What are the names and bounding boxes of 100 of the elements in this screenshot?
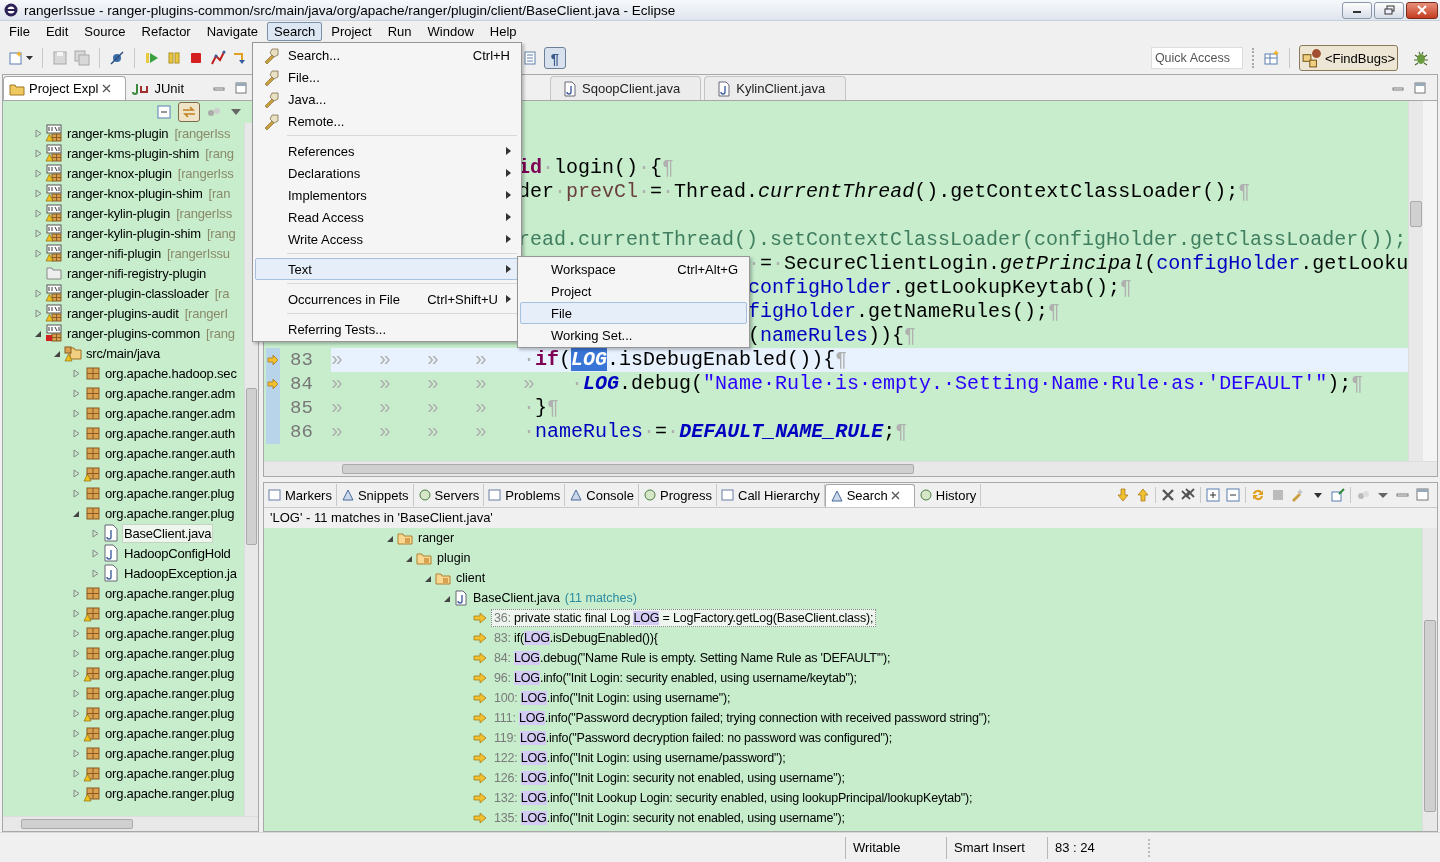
tree-item[interactable]: HadoopConfigHold xyxy=(122,543,233,563)
tree-item[interactable]: ranger-nifi-plugin xyxy=(65,243,163,263)
horizontal-scrollbar[interactable] xyxy=(264,461,1437,476)
view-tab[interactable]: Search xyxy=(824,483,915,507)
tree-item[interactable]: org.apache.ranger.auth xyxy=(103,463,238,483)
menu-item[interactable]: File xyxy=(2,22,37,41)
save-icon[interactable] xyxy=(52,50,68,66)
pin-icon[interactable] xyxy=(1331,488,1345,502)
maximize-icon[interactable] xyxy=(1416,488,1430,502)
view-tab[interactable]: Call Hierarchy xyxy=(717,484,825,506)
maximize-icon[interactable] xyxy=(1414,82,1426,94)
view-tab[interactable]: Servers xyxy=(413,484,485,506)
view-menu-icon[interactable] xyxy=(231,109,241,115)
menu-entry[interactable]: File xyxy=(520,302,747,324)
tree-item[interactable]: src/main/java xyxy=(84,343,162,363)
tree-item[interactable]: org.apache.ranger.plug xyxy=(103,503,237,523)
suspend-icon[interactable] xyxy=(166,50,182,66)
menu-entry[interactable]: Remote... xyxy=(255,110,519,132)
menu-entry[interactable]: References xyxy=(255,140,519,162)
menu-item[interactable]: Run xyxy=(380,22,419,41)
tree-item[interactable]: org.apache.ranger.adm xyxy=(103,403,238,423)
search-match[interactable]: 84: LOG.debug("Name Rule is empty. Setting Name Rule as 'DEFAULT'"); xyxy=(491,649,894,667)
tree-item[interactable]: org.apache.ranger.adm xyxy=(103,383,238,403)
search-result[interactable]: client xyxy=(455,570,487,586)
close-button[interactable] xyxy=(1406,1,1438,19)
view-tab[interactable]: Markers xyxy=(264,484,337,506)
tree-item[interactable]: HadoopException.ja xyxy=(122,563,239,583)
menu-item[interactable]: Help xyxy=(482,22,524,41)
menu-item[interactable]: Source xyxy=(77,22,133,41)
search-match[interactable]: 126: LOG.info("Init Login: security not enabled, using username"); xyxy=(491,769,848,787)
view-tab[interactable]: Console xyxy=(565,484,639,506)
tree-item[interactable]: org.apache.ranger.plug xyxy=(103,763,237,783)
collapse-all-icon[interactable] xyxy=(157,105,171,119)
search-match[interactable]: 36: private static final Log LOG = LogFactory.getLog(BaseClient.class); xyxy=(491,609,877,627)
bug-icon[interactable] xyxy=(1412,49,1430,67)
menu-item[interactable]: Project xyxy=(324,22,379,41)
search-match[interactable]: 132: LOG.info("Init Lookup Login: security enabled, using lookupPrincipal/lookupKeytab"); xyxy=(491,789,976,807)
search-result[interactable]: plugin xyxy=(436,550,472,566)
tree-item[interactable]: ranger-kms-plugin xyxy=(65,123,171,143)
block-selection-icon[interactable] xyxy=(522,50,538,66)
search-match[interactable]: 83: if(LOG.isDebugEnabled()){ xyxy=(491,629,661,647)
tree-item[interactable]: org.apache.ranger.plug xyxy=(103,623,237,643)
search-result[interactable]: BaseClient.java xyxy=(472,590,561,606)
tree-item[interactable]: org.apache.ranger.plug xyxy=(103,683,237,703)
show-whitespace-button[interactable]: ¶ xyxy=(544,47,566,69)
search-match[interactable]: 100: LOG.info("Init Login: using username"); xyxy=(491,689,734,707)
menu-entry[interactable]: Search... Ctrl+H xyxy=(255,44,519,66)
menu-entry[interactable]: File... xyxy=(255,66,519,88)
view-tab[interactable]: Snippets xyxy=(336,484,414,506)
terminate-icon[interactable] xyxy=(188,50,204,66)
vertical-scrollbar[interactable] xyxy=(1422,528,1437,831)
menu-entry[interactable]: Text xyxy=(255,258,519,280)
tree-item[interactable]: org.apache.ranger.plug xyxy=(103,783,237,803)
tree-item[interactable]: org.apache.ranger.plug xyxy=(103,663,237,683)
view-tab[interactable]: Progress xyxy=(638,484,717,506)
vertical-scrollbar[interactable] xyxy=(1408,101,1423,461)
menu-entry[interactable]: Read Access xyxy=(255,206,519,228)
tree-item[interactable]: ranger-kylin-plugin xyxy=(65,203,173,223)
horizontal-scrollbar[interactable] xyxy=(3,816,258,831)
search-match[interactable]: 122: LOG.info("Init Login: using username/password"); xyxy=(491,749,789,767)
tree-item[interactable]: org.apache.ranger.plug xyxy=(103,483,237,503)
tree-item[interactable]: org.apache.ranger.plug xyxy=(103,743,237,763)
tree-item[interactable]: org.apache.ranger.plug xyxy=(103,703,237,723)
search-match[interactable]: 111: LOG.info("Password decryption failed; trying connection with received password string"); xyxy=(491,709,994,727)
menu-entry[interactable]: Working Set... xyxy=(520,324,747,346)
view-tab[interactable]: Problems xyxy=(484,484,566,506)
disconnect-icon[interactable] xyxy=(210,50,226,66)
tree-item[interactable]: org.apache.hadoop.sec xyxy=(103,363,239,383)
step-icon[interactable] xyxy=(232,50,248,66)
close-icon[interactable] xyxy=(102,84,112,93)
tree-item[interactable]: ranger-plugins-common xyxy=(65,323,203,343)
caret-icon[interactable] xyxy=(26,56,33,60)
menu-entry[interactable]: Write Access xyxy=(255,228,519,250)
resume-icon[interactable] xyxy=(144,50,160,66)
maximize-icon[interactable] xyxy=(235,82,247,94)
close-icon[interactable] xyxy=(890,491,900,500)
remove-all-icon[interactable] xyxy=(1181,488,1195,502)
history-icon[interactable] xyxy=(1291,488,1305,502)
menu-item[interactable]: Edit xyxy=(38,22,76,41)
menu-entry[interactable]: Occurrences in File Ctrl+Shift+U xyxy=(255,288,519,310)
search-match[interactable]: 135: LOG.info("Init Login: security not enabled, using username"); xyxy=(491,809,848,827)
view-tab[interactable]: History xyxy=(914,484,982,506)
menu-item[interactable]: Navigate xyxy=(199,22,265,41)
tree-item[interactable]: ranger-kylin-plugin-shim xyxy=(65,223,203,243)
save-all-icon[interactable] xyxy=(74,50,90,66)
tree-item[interactable]: ranger-nifi-registry-plugin xyxy=(65,263,209,283)
remove-icon[interactable] xyxy=(1161,488,1175,502)
open-perspective-icon[interactable] xyxy=(1263,50,1280,66)
view-tab[interactable]: JUnit xyxy=(126,76,193,100)
tree-item[interactable]: BaseClient.java xyxy=(122,523,214,543)
menu-entry[interactable]: Java... xyxy=(255,88,519,110)
menu-item[interactable]: Search xyxy=(267,22,323,41)
tree-item[interactable]: ranger-knox-plugin xyxy=(65,163,174,183)
menu-entry[interactable]: Implementors xyxy=(255,184,519,206)
search-match[interactable]: 119: LOG.info("Password decryption failed: no password was configured"); xyxy=(491,729,895,747)
filter-icon[interactable] xyxy=(207,106,221,118)
menu-item[interactable]: Refactor xyxy=(134,22,198,41)
tree-item[interactable]: org.apache.ranger.plug xyxy=(103,723,237,743)
menu-entry[interactable]: Declarations xyxy=(255,162,519,184)
tree-item[interactable]: org.apache.ranger.plug xyxy=(103,603,237,623)
